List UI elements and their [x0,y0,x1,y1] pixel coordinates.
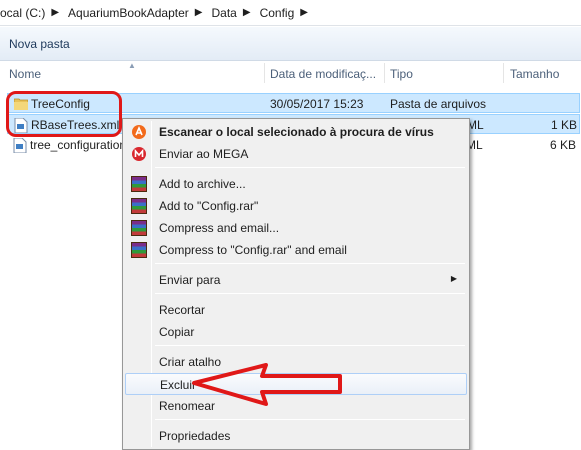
menu-item-send-to[interactable]: Enviar para ▶ [125,269,467,291]
menu-item-scan[interactable]: Escanear o local selecionado à procura d… [125,121,467,143]
winrar-icon [131,242,147,258]
column-divider[interactable] [384,63,385,83]
column-headers: ▲ Nome Data de modificaç... Tipo Tamanho [0,61,581,85]
breadcrumb: ocal (C:) ▶ AquariumBookAdapter ▶ Data ▶… [0,0,581,26]
file-type: Pasta de arquivos [390,97,487,111]
menu-separator [155,345,465,346]
winrar-icon [131,198,147,214]
file-size: 1 KB [551,118,578,132]
chevron-right-icon[interactable]: ▶ [241,7,256,18]
file-date: 30/05/2017 15:23 [270,97,364,111]
mega-icon [131,146,147,162]
menu-separator [155,167,465,168]
file-size: 6 KB [550,138,577,152]
menu-separator [155,419,465,420]
file-name: tree_configuration [30,138,127,152]
breadcrumb-aquarium[interactable]: AquariumBookAdapter [64,6,193,20]
xml-file-icon [13,137,27,154]
menu-item-compress-config-email[interactable]: Compress to "Config.rar" and email [125,239,467,261]
highlight-annotation [6,91,122,137]
breadcrumb-data[interactable]: Data [208,6,241,20]
sort-up-icon: ▲ [128,61,136,70]
chevron-right-icon[interactable]: ▶ [193,7,208,18]
column-divider[interactable] [503,63,504,83]
menu-item-mega[interactable]: Enviar ao MEGA [125,143,467,165]
column-type[interactable]: Tipo [390,67,413,81]
chevron-right-icon[interactable]: ▶ [49,7,64,18]
menu-item-compress-email[interactable]: Compress and email... [125,217,467,239]
submenu-arrow-icon: ▶ [450,274,457,283]
column-name[interactable]: Nome [9,67,41,81]
arrow-annotation [192,363,342,406]
menu-item-add-archive[interactable]: Add to archive... [125,173,467,195]
new-folder-button[interactable]: Nova pasta [9,37,70,51]
breadcrumb-config[interactable]: Config [256,6,299,20]
menu-item-cut[interactable]: Recortar [125,299,467,321]
winrar-icon [131,220,147,236]
menu-item-add-config-rar[interactable]: Add to "Config.rar" [125,195,467,217]
column-size[interactable]: Tamanho [510,67,559,81]
avast-icon [131,124,147,140]
winrar-icon [131,176,147,192]
menu-separator [155,263,465,264]
toolbar: Nova pasta [0,27,581,61]
menu-separator [155,293,465,294]
menu-item-properties[interactable]: Propriedades [125,425,467,447]
column-date[interactable]: Data de modificaç... [270,67,376,81]
breadcrumb-drive[interactable]: ocal (C:) [0,6,49,20]
column-divider[interactable] [264,63,265,83]
menu-item-copy[interactable]: Copiar [125,321,467,343]
chevron-right-icon[interactable]: ▶ [298,7,313,18]
